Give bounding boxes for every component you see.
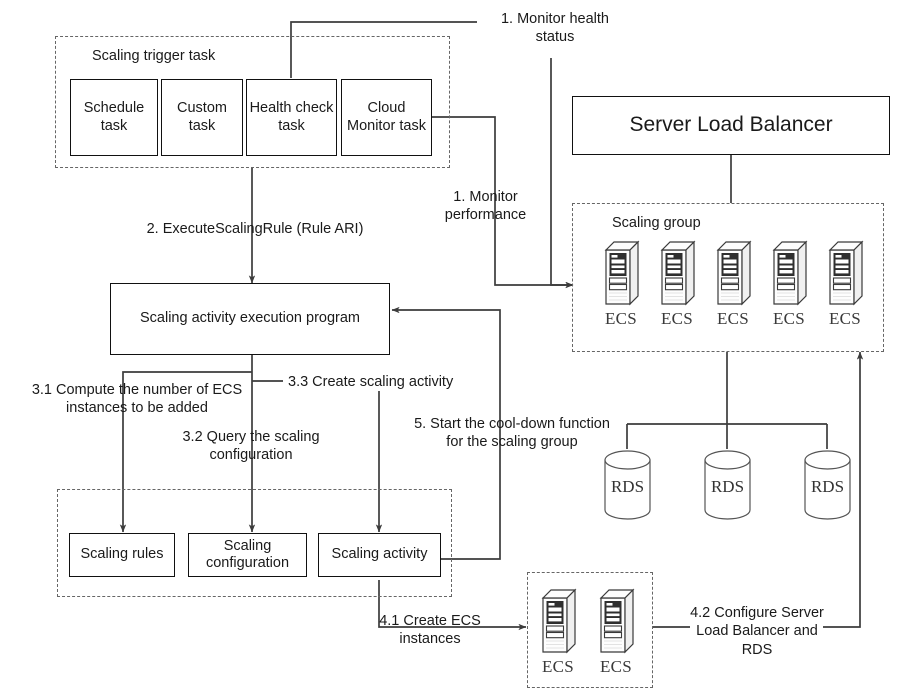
store-scaling-activity-label: Scaling activity — [331, 546, 428, 563]
flow-label-create-activity: 3.3 Create scaling activity — [288, 374, 454, 390]
server-load-balancer[interactable]: Server Load Balancer — [572, 96, 890, 155]
flow-label-compute-count: 3.1 Compute the number of ECS instances … — [31, 382, 243, 417]
trigger-task-schedule[interactable]: Schedule task — [70, 79, 158, 156]
database-cylinder-icon: RDS — [704, 450, 751, 520]
scaling-group-instance-5[interactable]: ECS — [821, 238, 869, 329]
database-cylinder-icon: RDS — [604, 450, 651, 520]
ecs-server-icon — [541, 588, 577, 654]
database-cylinder-icon: RDS — [804, 450, 851, 520]
scaling-group-instance-3-label: ECS — [716, 309, 750, 328]
flow-label-query-config: 3.2 Query the scaling configuration — [182, 429, 320, 464]
scaling-group-instance-3[interactable]: ECS — [709, 238, 757, 329]
rds-instance-1[interactable]: RDS — [600, 449, 655, 521]
ecs-server-icon — [660, 240, 696, 306]
store-scaling-rules-label: Scaling rules — [80, 546, 164, 563]
flow-label-monitor-performance: 1. Monitor performance — [444, 189, 527, 224]
scaling-group-instance-2-label: ECS — [660, 309, 694, 328]
flow-label-monitor-health: 1. Monitor health status — [500, 11, 609, 46]
scaling-group-instance-4-label: ECS — [772, 309, 806, 328]
trigger-task-health-check-label: Health check task — [249, 100, 334, 134]
ecs-server-icon — [828, 240, 864, 306]
ecs-server-icon — [599, 588, 635, 654]
scaling-group-instance-5-label: ECS — [828, 309, 862, 328]
scaling-activity-execution-program-label: Scaling activity execution program — [139, 310, 361, 327]
trigger-task-cloud-monitor-label: Cloud Monitor task — [347, 100, 426, 134]
trigger-task-custom-label: Custom task — [177, 100, 227, 134]
flow-label-execute-rule: 2. ExecuteScalingRule (Rule ARI) — [146, 221, 364, 237]
scaling-group-instance-1-label: ECS — [604, 309, 638, 328]
scaling-trigger-group-title: Scaling trigger task — [92, 48, 216, 64]
store-scaling-rules[interactable]: Scaling rules — [69, 533, 175, 577]
store-scaling-configuration-label: Scaling configuration — [205, 537, 290, 571]
svg-text:RDS: RDS — [611, 477, 644, 496]
scaling-group-title: Scaling group — [612, 215, 701, 231]
ecs-server-icon — [716, 240, 752, 306]
new-ecs-instance-2[interactable]: ECS — [592, 586, 640, 677]
new-ecs-instance-2-label: ECS — [599, 657, 633, 676]
new-ecs-instance-1[interactable]: ECS — [534, 586, 582, 677]
svg-text:RDS: RDS — [711, 477, 744, 496]
svg-text:RDS: RDS — [811, 477, 844, 496]
diagram-canvas: Scaling trigger task Schedule task Custo… — [0, 0, 898, 692]
scaling-group-instance-1[interactable]: ECS — [597, 238, 645, 329]
scaling-group-instance-2[interactable]: ECS — [653, 238, 701, 329]
store-scaling-configuration[interactable]: Scaling configuration — [188, 533, 307, 577]
server-load-balancer-label: Server Load Balancer — [629, 113, 833, 137]
flow-label-create-ecs: 4.1 Create ECS instances — [379, 613, 481, 648]
rds-instance-3[interactable]: RDS — [800, 449, 855, 521]
ecs-server-icon — [772, 240, 808, 306]
wire-monitor-health — [550, 58, 574, 289]
scaling-activity-execution-program[interactable]: Scaling activity execution program — [110, 283, 390, 355]
trigger-task-health-check[interactable]: Health check task — [246, 79, 337, 156]
ecs-server-icon — [604, 240, 640, 306]
trigger-task-custom[interactable]: Custom task — [161, 79, 243, 156]
trigger-task-schedule-label: Schedule task — [83, 100, 145, 134]
flow-label-configure-slb-rds: 4.2 Configure Server Load Balancer and R… — [690, 605, 824, 658]
scaling-group-instance-4[interactable]: ECS — [765, 238, 813, 329]
new-ecs-instance-1-label: ECS — [541, 657, 575, 676]
store-scaling-activity[interactable]: Scaling activity — [318, 533, 441, 577]
flow-label-cooldown: 5. Start the cool-down function for the … — [414, 416, 610, 451]
trigger-task-cloud-monitor[interactable]: Cloud Monitor task — [341, 79, 432, 156]
rds-instance-2[interactable]: RDS — [700, 449, 755, 521]
